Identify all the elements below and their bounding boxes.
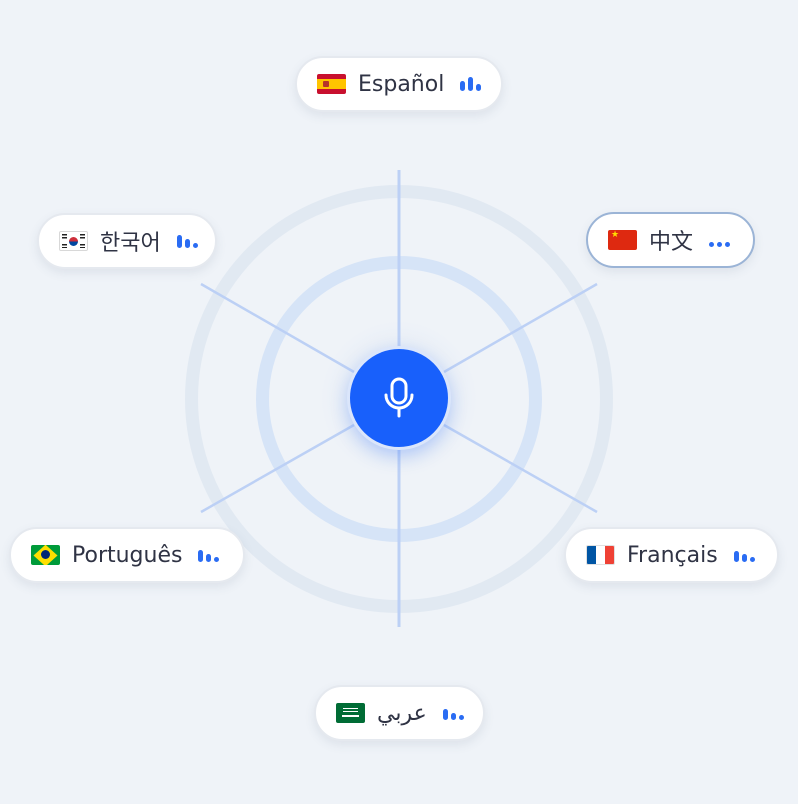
language-chip-portuguese[interactable]: Português	[9, 527, 245, 583]
language-label: Français	[627, 542, 718, 568]
language-wheel: Español 한국어 中文 Português Français عربي	[0, 0, 798, 804]
microphone-button[interactable]	[347, 346, 451, 450]
language-label: 한국어	[100, 231, 161, 256]
language-label: عربي	[377, 700, 427, 726]
language-label: Português	[72, 542, 183, 568]
audio-level-icon	[442, 706, 464, 720]
spoke-bottom-left	[200, 423, 355, 514]
south-korea-flag-icon	[59, 231, 88, 251]
saudi-arabia-flag-icon	[336, 703, 365, 723]
spoke-top-right	[443, 282, 598, 374]
audio-level-icon	[198, 548, 220, 562]
language-label: 中文	[649, 230, 694, 255]
france-flag-icon	[586, 545, 615, 565]
spoke-bottom-right	[443, 423, 598, 514]
language-chip-arabic[interactable]: عربي	[314, 685, 485, 741]
spoke-top-left	[200, 282, 355, 374]
language-chip-french[interactable]: Français	[564, 527, 779, 583]
language-label: Español	[358, 71, 445, 97]
brazil-flag-icon	[31, 545, 60, 565]
audio-level-icon	[733, 548, 755, 562]
language-chip-chinese[interactable]: 中文	[586, 212, 755, 268]
audio-level-icon	[709, 233, 731, 247]
spain-flag-icon	[317, 74, 346, 94]
audio-level-icon	[460, 77, 482, 91]
language-chip-korean[interactable]: 한국어	[37, 213, 217, 269]
language-chip-spanish[interactable]: Español	[295, 56, 503, 112]
microphone-icon	[384, 377, 414, 418]
audio-level-icon	[176, 234, 198, 248]
china-flag-icon	[608, 230, 637, 250]
